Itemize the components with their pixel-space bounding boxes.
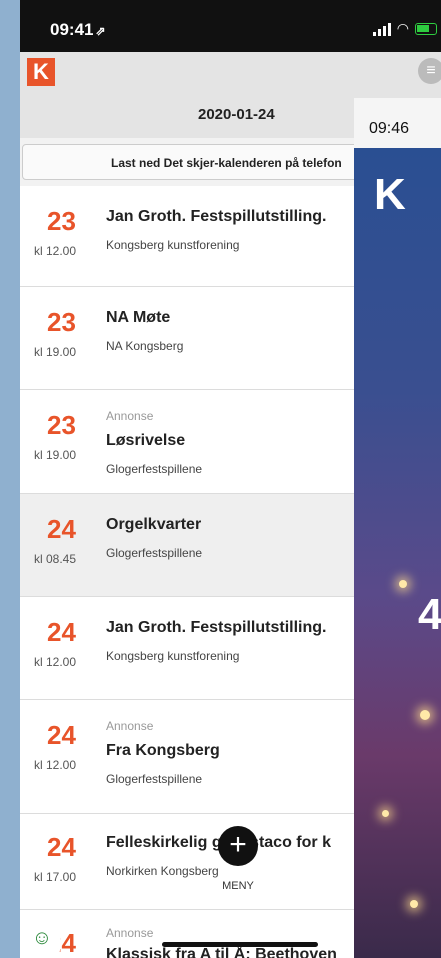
meny-label: MENY <box>214 868 262 904</box>
status-time: 09:41 ⇗ <box>50 20 106 40</box>
event-venue: Norkirken Kongsberg <box>106 864 219 878</box>
event-time: kl 08.45 <box>34 552 77 566</box>
overlay-number: 4 <box>418 590 441 639</box>
event-time: kl 17.00 <box>34 870 77 884</box>
event-time: kl 12.00 <box>34 758 77 772</box>
app-logo[interactable]: K <box>27 58 55 86</box>
ad-label: Annonse <box>106 409 154 423</box>
event-list: 23 kl 12.00 Jan Groth. Festspillutstilli… <box>20 186 360 958</box>
download-calendar-button[interactable]: Last ned Det skjer-kalenderen på telefon <box>22 144 362 180</box>
event-row[interactable]: 24 kl 12.00 Jan Groth. Festspillutstilli… <box>20 597 360 700</box>
event-title: Jan Groth. Festspillutstilling. <box>106 208 327 225</box>
overlay-status-bar: 09:46 <box>354 98 441 148</box>
event-day: 24 <box>47 617 76 647</box>
event-title: Jan Groth. Festspillutstilling. <box>106 619 327 636</box>
event-time: kl 12.00 <box>34 244 77 258</box>
event-day: 23 <box>47 410 76 440</box>
wifi-icon: ◠ <box>396 20 409 36</box>
signal-icon <box>372 22 391 36</box>
event-day: 24 <box>47 514 76 544</box>
event-time: kl 19.00 <box>34 345 77 359</box>
lamp-light <box>382 810 389 817</box>
event-row[interactable]: 24 kl 17.00 Felleskirkelig gangstaco for… <box>20 814 360 910</box>
event-time: kl 12.00 <box>34 655 77 669</box>
plus-icon: + <box>218 826 258 866</box>
home-indicator[interactable] <box>162 942 318 947</box>
ad-label: Annonse <box>106 926 154 940</box>
status-time-text: 09:41 <box>50 20 94 39</box>
event-title: NA Møte <box>106 309 171 326</box>
event-day: 23 <box>47 307 76 337</box>
event-venue: Kongsberg kunstforening <box>106 649 240 663</box>
status-bar: 09:41 ⇗ ◠ <box>20 0 441 52</box>
event-venue: Kongsberg kunstforening <box>106 238 240 252</box>
overlay-logo: K <box>374 170 406 219</box>
ski-slope-image <box>354 148 441 958</box>
event-title: Fra Kongsberg <box>106 742 220 759</box>
accessibility-badge-icon[interactable]: ☺ <box>24 920 60 956</box>
lamp-light <box>410 900 418 908</box>
page-date: 2020-01-24 <box>198 106 275 123</box>
event-venue: Glogerfestspillene <box>106 462 203 476</box>
app-switcher-card[interactable]: 09:46 K 4 <box>354 98 441 958</box>
menu-icon[interactable]: ≡ <box>418 58 441 84</box>
event-row[interactable]: 24 kl 12.00 Annonse Fra Kongsberg Gloger… <box>20 700 360 814</box>
event-venue: NA Kongsberg <box>106 339 184 353</box>
battery-icon <box>415 22 437 35</box>
event-day: 24 <box>47 832 76 862</box>
event-day: 23 <box>47 206 76 236</box>
ad-label: Annonse <box>106 719 154 733</box>
phone-screen: 09:41 ⇗ ◠ K ≡ 2020-01-24 Last ned Det skj… <box>20 0 441 958</box>
event-title: Løsrivelse <box>106 432 186 449</box>
download-label: Last ned Det skjer-kalenderen på telefon <box>111 156 342 170</box>
lamp-light <box>420 710 430 720</box>
status-icons: ◠ <box>372 20 437 37</box>
event-venue: Glogerfestspillene <box>106 546 203 560</box>
overlay-time: 09:46 <box>369 120 410 137</box>
event-title: Klassisk fra A til Å: Beethoven <box>106 946 337 958</box>
event-row[interactable]: 24 Annonse Klassisk fra A til Å: Beethov… <box>20 910 360 958</box>
lamp-light <box>399 580 407 588</box>
event-day: 24 <box>47 720 76 750</box>
event-row[interactable]: 23 kl 19.00 Annonse Løsrivelse Glogerfes… <box>20 390 360 494</box>
event-venue: Glogerfestspillene <box>106 772 203 786</box>
event-row[interactable]: 23 kl 12.00 Jan Groth. Festspillutstilli… <box>20 186 360 287</box>
event-row[interactable]: 23 kl 19.00 NA Møte NA Kongsberg <box>20 287 360 390</box>
event-title: Orgelkvarter <box>106 516 202 533</box>
event-row[interactable]: 24 kl 08.45 Orgelkvarter Glogerfestspill… <box>20 494 360 597</box>
event-time: kl 19.00 <box>34 448 77 462</box>
meny-button[interactable]: + MENY <box>214 822 264 904</box>
location-arrow-icon: ⇗ <box>95 24 106 38</box>
